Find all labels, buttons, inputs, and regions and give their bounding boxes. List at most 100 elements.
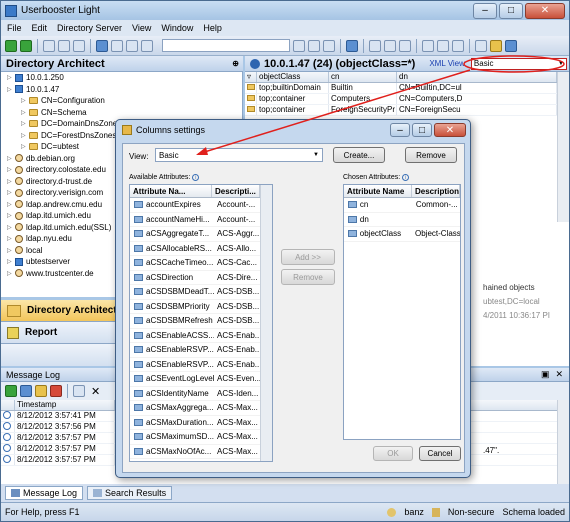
menu-file[interactable]: File [7,23,22,33]
disconnect-icon[interactable] [437,39,449,52]
tab-message-log[interactable]: Message Log [5,486,84,500]
tree-item[interactable]: ▷ CN=Configuration [1,95,242,107]
available-attributes-list[interactable]: Attribute Na... Descripti... accountExpi… [129,184,273,462]
available-scrollbar[interactable] [260,185,272,461]
view-select[interactable]: Basic ▼ [470,57,567,70]
chosen-attribute-row[interactable]: dn [344,213,460,227]
copy-icon[interactable] [58,39,70,52]
tree-view-icon[interactable] [384,39,396,52]
menu-help[interactable]: Help [203,23,222,33]
cut-icon[interactable] [43,39,55,52]
success-filter-icon[interactable] [5,385,17,397]
col-dn[interactable]: dn [397,72,557,82]
dialog-view-select[interactable]: Basic ▼ [155,148,323,162]
forward-icon[interactable] [20,39,32,52]
expand-icon[interactable]: ▷ [21,143,29,150]
folder-icon[interactable] [490,39,502,52]
available-attribute-row[interactable]: aCSIdentityName ACS-Iden... [130,387,272,401]
available-attribute-row[interactable]: aCSCacheTimeo... ACS-Cac... [130,256,272,271]
list-view-icon[interactable] [399,39,411,52]
tab-search-results[interactable]: Search Results [87,486,173,500]
available-attribute-row[interactable]: aCSDSBMPriority ACS-DSB... [130,300,272,314]
expand-icon[interactable]: ▷ [21,132,29,139]
available-attribute-row[interactable]: aCSDirection ACS-Dire... [130,271,272,285]
tree-item[interactable]: ▷ 10.0.1.47 [1,84,242,96]
expand-icon[interactable]: ▷ [7,86,15,93]
available-attribute-row[interactable]: aCSEnableACSS... ACS-Enab... [130,329,272,343]
create-button[interactable]: Create... [333,147,385,163]
expand-icon[interactable]: ▷ [7,247,15,254]
dialog-close-button[interactable]: ✕ [434,123,466,137]
info-filter-icon[interactable] [20,385,32,397]
available-attribute-row[interactable]: accountNameHi... Account-... [130,213,272,227]
save-filter-icon[interactable] [293,39,305,52]
warning-filter-icon[interactable] [35,385,47,397]
expand-icon[interactable]: ▷ [7,224,15,231]
close-button[interactable]: ✕ [525,2,565,19]
col-description[interactable]: Descripti... [212,185,260,197]
expand-icon[interactable]: ▷ [7,178,15,185]
available-attribute-row[interactable]: aCSMaxNoOfAc... ACS-Max... [130,445,272,459]
ok-button[interactable]: OK [373,446,413,461]
tree-item[interactable]: ▷ 10.0.1.250 [1,72,242,84]
dialog-minimize-button[interactable]: – [390,123,410,137]
available-attribute-row[interactable]: aCSAllocableRS... ACS-Allo... [130,242,272,256]
col-attribute-name[interactable]: Attribute Na... [130,185,212,197]
tree-item[interactable]: ▷ CN=Schema [1,107,242,119]
expand-icon[interactable]: ▷ [7,155,15,162]
maximize-button[interactable]: □ [499,2,523,19]
menu-view[interactable]: View [132,23,151,33]
new-entry-icon[interactable] [96,39,108,52]
script-icon[interactable] [475,39,487,52]
expand-icon[interactable]: ▷ [7,74,15,81]
available-attribute-row[interactable]: aCSDSBMRefresh ACS-DSB... [130,314,272,329]
remove-attribute-button[interactable]: Remove [281,269,335,285]
filter-combo[interactable] [162,39,290,52]
entries-scrollbar[interactable] [557,72,569,222]
copy-filter-icon[interactable] [308,39,320,52]
available-attribute-row[interactable]: aCSAggregateT... ACS-Aggr... [130,227,272,242]
available-attribute-row[interactable]: aCSEnableRSVP... ACS-Enab... [130,358,272,372]
col-chosen-description[interactable]: Description [412,185,460,197]
expand-icon[interactable]: ▷ [7,201,15,208]
available-attribute-row[interactable]: aCSDSBMDeadT... ACS-DSB... [130,285,272,300]
export-icon[interactable] [452,39,464,52]
chosen-attributes-list[interactable]: Attribute Name Description cn Common-... d… [343,184,461,440]
add-button[interactable]: Add >> [281,249,335,265]
expand-icon[interactable]: ▷ [21,120,29,127]
expand-icon[interactable]: ▷ [7,166,15,173]
expand-icon[interactable]: ▷ [7,212,15,219]
available-attribute-row[interactable]: aCSMaximumSD... ACS-Max... [130,430,272,445]
available-attribute-row[interactable]: aCSMaxDuration... ACS-Max... [130,416,272,430]
col-cn[interactable]: cn [329,72,397,82]
clear-log-icon[interactable]: ✕ [91,385,100,398]
paste-icon[interactable] [73,39,85,52]
available-attribute-row[interactable]: aCSEnableRSVP... ACS-Enab... [130,343,272,358]
back-icon[interactable] [5,39,17,52]
pin-icon[interactable]: ⊕ [232,59,239,68]
table-row[interactable]: top;builtinDomain Builtin CN=Builtin,DC=ul [245,83,569,94]
close-log-icon[interactable]: ✕ [555,369,563,380]
cancel-button[interactable]: Cancel [419,446,461,461]
available-attribute-row[interactable]: aCSEventLogLevel ACS-Even... [130,372,272,387]
menu-edit[interactable]: Edit [32,23,48,33]
print-icon[interactable] [126,39,138,52]
expand-icon[interactable]: ▷ [21,97,29,104]
settings-icon[interactable] [141,39,153,52]
xml-view-link[interactable]: XML View [429,59,465,68]
pin-icon[interactable]: ▣ [541,369,550,380]
expand-icon[interactable]: ▷ [7,258,15,265]
error-filter-icon[interactable] [50,385,62,397]
expand-icon[interactable]: ▷ [7,270,15,277]
chosen-attribute-row[interactable]: objectClass Object-Class [344,227,460,242]
expand-icon[interactable]: ▷ [7,189,15,196]
available-attribute-row[interactable]: aCSMaxAggrega... ACS-Max... [130,401,272,416]
table-row[interactable]: top;container Computers CN=Computers,D [245,94,569,105]
server-icon[interactable] [422,39,434,52]
table-row[interactable]: top;container ForeignSecurityPr CN=Foreign… [245,105,569,116]
col-chosen-attribute-name[interactable]: Attribute Name [344,185,412,197]
chosen-attribute-row[interactable]: cn Common-... [344,198,460,213]
col-timestamp[interactable]: Timestamp [15,400,115,410]
dialog-maximize-button[interactable]: □ [412,123,432,137]
filter-column-icon[interactable]: ▿ [245,72,257,82]
